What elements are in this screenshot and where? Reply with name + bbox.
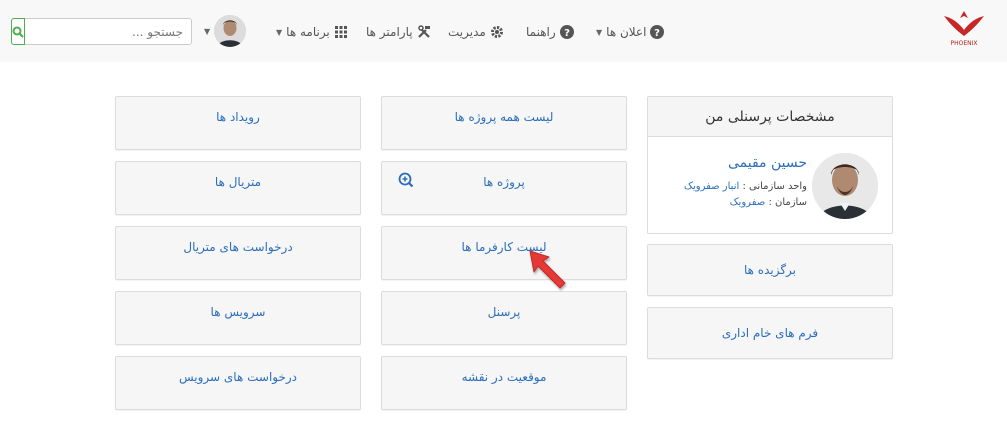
top-navbar: PHOENIX ? اعلان ها ▼ ? راهنما مدیریت پار… <box>0 0 1007 62</box>
tile-services-label: سرویس ها <box>210 305 266 319</box>
tile-raw-forms[interactable]: فرم های خام اداری <box>647 307 893 359</box>
question-circle-icon: ? <box>650 25 665 39</box>
profile-unit: واحد سازمانی : انبار صفرویک <box>684 181 807 192</box>
nav-help[interactable]: ? راهنما <box>526 20 574 44</box>
pointer-arrow-icon <box>527 248 571 292</box>
tile-employers[interactable]: لیست کارفرما ها <box>381 226 627 280</box>
tile-service-requests-label: درخواست های سرویس <box>178 370 298 384</box>
tile-personnel-label: پرسنل <box>487 305 521 319</box>
tile-favorites-label: برگزیده ها <box>743 263 797 277</box>
nav-announcements[interactable]: ? اعلان ها ▼ <box>596 20 665 44</box>
nav-parameters-label: پارامتر ها <box>366 25 413 39</box>
logo-text: PHOENIX <box>950 40 978 47</box>
chevron-down-icon: ▼ <box>596 27 603 37</box>
tile-map-location[interactable]: موقعیت در نقشه <box>381 356 627 410</box>
svg-text:?: ? <box>564 28 570 39</box>
profile-card-title: مشخصات پرسنلی من <box>648 97 892 137</box>
search-icon <box>12 26 24 38</box>
grid-icon <box>334 25 348 39</box>
zoom-in-icon[interactable] <box>398 172 414 188</box>
tile-events[interactable]: رویداد ها <box>115 96 361 150</box>
profile-org: سازمان : صفرویک <box>730 197 807 208</box>
search-input[interactable] <box>25 18 192 45</box>
tile-all-projects-label: لیست همه پروژه ها <box>454 110 554 124</box>
profile-card: مشخصات پرسنلی من حسین مقیمی واحد سازمانی… <box>647 96 893 234</box>
tile-services[interactable]: سرویس ها <box>115 291 361 345</box>
tile-materials-label: متریال ها <box>214 175 262 189</box>
nav-announcements-label: اعلان ها <box>606 25 647 39</box>
tile-favorites[interactable]: برگزیده ها <box>647 244 893 296</box>
profile-name[interactable]: حسین مقیمی <box>728 155 807 171</box>
tile-projects[interactable]: پروژه ها <box>381 161 627 215</box>
search-bar <box>11 18 192 45</box>
profile-unit-label: واحد سازمانی : <box>742 181 807 192</box>
phoenix-logo-icon <box>944 11 984 36</box>
user-menu[interactable]: ▼ <box>204 15 247 47</box>
chevron-down-icon: ▼ <box>276 27 283 37</box>
nav-programs-label: برنامه ها <box>286 25 330 39</box>
tile-personnel[interactable]: پرسنل <box>381 291 627 345</box>
tile-projects-label: پروژه ها <box>483 175 525 189</box>
tile-raw-forms-label: فرم های خام اداری <box>721 326 819 340</box>
svg-text:?: ? <box>655 28 661 39</box>
nav-parameters[interactable]: پارامتر ها <box>366 20 431 44</box>
avatar <box>214 15 247 47</box>
tile-service-requests[interactable]: درخواست های سرویس <box>115 356 361 410</box>
nav-management[interactable]: مدیریت <box>448 20 504 44</box>
nav-help-label: راهنما <box>526 25 556 39</box>
tools-icon <box>417 25 431 39</box>
chevron-down-icon: ▼ <box>204 26 211 36</box>
gear-icon <box>490 25 504 39</box>
tile-materials[interactable]: متریال ها <box>115 161 361 215</box>
profile-org-label: سازمان : <box>768 197 807 208</box>
profile-unit-value[interactable]: انبار صفرویک <box>684 181 739 192</box>
tile-material-requests[interactable]: درخواست های متریال <box>115 226 361 280</box>
profile-org-value[interactable]: صفرویک <box>730 197 766 208</box>
avatar <box>812 153 878 219</box>
brand-logo[interactable]: PHOENIX <box>940 8 990 52</box>
nav-programs[interactable]: برنامه ها ▼ <box>276 20 348 44</box>
tile-material-requests-label: درخواست های متریال <box>183 240 293 254</box>
tile-map-location-label: موقعیت در نقشه <box>461 370 547 384</box>
search-button[interactable] <box>11 18 25 45</box>
nav-management-label: مدیریت <box>448 25 486 39</box>
tile-events-label: رویداد ها <box>216 110 260 124</box>
tile-all-projects[interactable]: لیست همه پروژه ها <box>381 96 627 150</box>
question-circle-icon: ? <box>559 25 574 39</box>
